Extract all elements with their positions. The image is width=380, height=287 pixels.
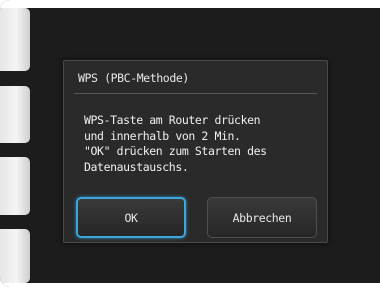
screen-bezel (0, 0, 380, 8)
side-tab-3[interactable] (0, 157, 30, 215)
screen-bottom-edge (0, 283, 380, 287)
cancel-button[interactable]: Abbrechen (207, 197, 317, 238)
message-line: WPS-Taste am Router drücken (84, 113, 261, 127)
side-tab-1[interactable] (0, 8, 30, 71)
ok-button[interactable]: OK (76, 197, 186, 238)
message-line: und innerhalb von 2 Min. (84, 128, 241, 143)
camera-screen: WPS (PBC-Methode) WPS-Taste am Router dr… (0, 0, 380, 287)
dialog-divider (74, 93, 317, 94)
message-line: "OK" drücken zum Starten des (84, 144, 267, 158)
wps-dialog: WPS (PBC-Methode) WPS-Taste am Router dr… (63, 60, 328, 243)
message-line: Datenaustauschs. (84, 159, 189, 174)
side-tab-2[interactable] (0, 86, 30, 143)
dialog-title: WPS (PBC-Methode) (78, 71, 189, 85)
side-tab-4[interactable] (0, 229, 30, 283)
dialog-message: WPS-Taste am Router drücken und innerhal… (84, 113, 267, 175)
